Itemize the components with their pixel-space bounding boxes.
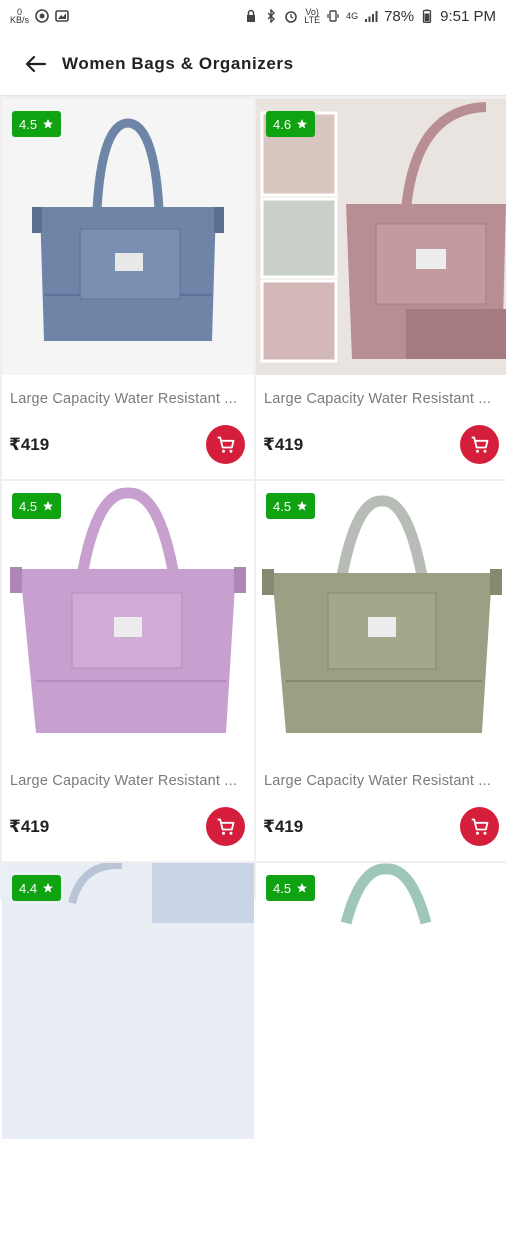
product-image[interactable] — [2, 481, 254, 757]
alarm-icon — [285, 11, 298, 23]
bag-illustration — [256, 481, 506, 757]
product-name[interactable]: Large Capacity Water Resistant ... — [10, 391, 246, 407]
star-icon — [297, 883, 308, 893]
bag-illustration — [256, 863, 506, 1139]
cart-icon — [217, 818, 234, 835]
product-card[interactable]: 4.5 Large Capacity Water Resistant ... ₹… — [2, 481, 254, 861]
rating-value: 4.5 — [19, 116, 38, 132]
star-icon — [43, 501, 54, 511]
bag-illustration — [2, 863, 254, 1139]
lock-icon — [247, 9, 256, 22]
rating-value: 4.5 — [273, 880, 292, 896]
app-header: Women Bags & Organizers — [0, 32, 506, 96]
cart-icon — [217, 436, 234, 453]
rating-badge: 4.5 — [266, 875, 316, 901]
rating-value: 4.5 — [273, 498, 292, 514]
cart-icon — [471, 818, 488, 835]
add-to-cart-button[interactable] — [460, 807, 499, 846]
product-grid: 4.5 Large Capacity Water Resistant ... ₹… — [0, 96, 506, 1243]
gallery-icon — [55, 10, 69, 22]
rating-badge: 4.6 — [266, 111, 316, 137]
battery-percent: 78% — [384, 7, 415, 25]
aperture-icon — [35, 9, 49, 23]
add-to-cart-button[interactable] — [206, 807, 245, 846]
star-icon — [43, 119, 54, 129]
page-title: Women Bags & Organizers — [62, 53, 294, 73]
bag-illustration — [256, 99, 506, 375]
product-image[interactable] — [2, 99, 254, 375]
volte-bottom: LTE — [304, 15, 321, 25]
arrow-left-icon — [25, 55, 47, 72]
signal-icon — [365, 11, 378, 22]
back-button[interactable] — [22, 50, 50, 78]
product-price: ₹419 — [9, 817, 50, 836]
bag-illustration — [2, 99, 254, 375]
network-type: 4G — [346, 11, 359, 21]
rating-value: 4.6 — [273, 116, 292, 132]
product-image[interactable] — [256, 99, 506, 375]
rating-badge: 4.5 — [266, 493, 316, 519]
bluetooth-icon — [267, 9, 276, 23]
net-speed: 0 KB/s — [10, 8, 30, 25]
bag-illustration — [2, 481, 254, 757]
vibrate-icon — [327, 10, 339, 22]
product-name[interactable]: Large Capacity Water Resistant ... — [10, 773, 246, 789]
add-to-cart-button[interactable] — [206, 425, 245, 464]
battery-icon — [422, 9, 432, 23]
product-image[interactable] — [256, 863, 506, 1139]
product-card[interactable]: 4.5 Large Capacity Water Resistant ... ₹… — [256, 481, 506, 861]
rating-badge: 4.5 — [12, 493, 62, 519]
cart-icon — [471, 436, 488, 453]
product-image[interactable] — [2, 863, 254, 1139]
clock: 9:51 PM — [440, 7, 496, 25]
product-price: ₹419 — [9, 435, 50, 454]
rating-value: 4.5 — [19, 498, 38, 514]
product-card[interactable]: 4.5 — [256, 863, 506, 1243]
rating-badge: 4.4 — [12, 875, 62, 901]
product-card[interactable]: 4.4 — [2, 863, 254, 1243]
add-to-cart-button[interactable] — [460, 425, 499, 464]
rating-value: 4.4 — [19, 880, 38, 896]
status-bar: 0 KB/s Vo) LTE 4G 78% 9:51 PM — [0, 0, 506, 32]
star-icon — [297, 501, 308, 511]
product-card[interactable]: 4.5 Large Capacity Water Resistant ... ₹… — [2, 99, 254, 479]
net-speed-unit: KB/s — [10, 15, 30, 25]
volte-label: Vo) LTE — [304, 8, 321, 25]
product-image[interactable] — [256, 481, 506, 757]
product-card[interactable]: 4.6 Large Capacity Water Resistant ... ₹… — [256, 99, 506, 479]
star-icon — [297, 119, 308, 129]
rating-badge: 4.5 — [12, 111, 62, 137]
product-price: ₹419 — [263, 817, 304, 836]
product-name[interactable]: Large Capacity Water Resistant ... — [264, 391, 500, 407]
product-price: ₹419 — [263, 435, 304, 454]
product-name[interactable]: Large Capacity Water Resistant ... — [264, 773, 500, 789]
star-icon — [43, 883, 54, 893]
